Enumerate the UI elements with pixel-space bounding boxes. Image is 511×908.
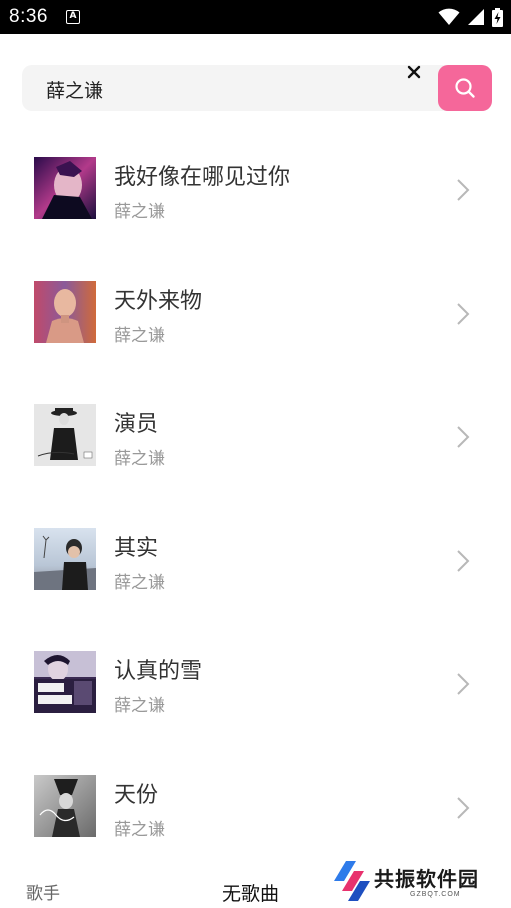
status-icons bbox=[438, 7, 503, 27]
watermark: 共振软件园 GZBQT.COM bbox=[332, 857, 502, 907]
song-artist: 薛之谦 bbox=[114, 572, 165, 593]
album-cover bbox=[34, 774, 96, 837]
search-input[interactable] bbox=[46, 74, 386, 104]
song-item[interactable]: 我好像在哪见过你 薛之谦 bbox=[0, 125, 511, 249]
chevron-right-icon bbox=[457, 796, 470, 819]
song-artist: 薛之谦 bbox=[114, 202, 165, 222]
tab-singer[interactable]: 歌手 bbox=[26, 879, 60, 904]
watermark-sub: GZBQT.COM bbox=[410, 891, 461, 898]
search-icon bbox=[455, 78, 475, 98]
song-artist: 薛之谦 bbox=[114, 449, 165, 469]
song-item[interactable]: 其实 薛之谦 bbox=[0, 496, 511, 620]
search-button[interactable] bbox=[438, 65, 492, 111]
status-bar: 8:36 A bbox=[0, 0, 511, 34]
chevron-right-icon bbox=[457, 549, 470, 572]
album-cover bbox=[34, 527, 96, 590]
watermark-logo-icon bbox=[334, 861, 370, 901]
album-cover bbox=[34, 404, 96, 466]
song-artist: 薛之谦 bbox=[114, 696, 165, 716]
song-artist: 薛之谦 bbox=[114, 819, 165, 840]
no-songs-label: 无歌曲 bbox=[222, 883, 280, 905]
notification-icon: A bbox=[66, 10, 80, 24]
album-cover bbox=[34, 157, 96, 219]
song-title: 其实 bbox=[114, 535, 159, 561]
song-artist: 薛之谦 bbox=[114, 325, 165, 346]
watermark-text: 共振软件园 bbox=[374, 867, 479, 891]
song-title: 我好像在哪见过你 bbox=[114, 165, 291, 190]
song-title: 认真的雪 bbox=[114, 659, 203, 684]
signal-icon bbox=[468, 9, 484, 25]
status-time: 8:36 bbox=[9, 6, 48, 27]
album-cover bbox=[34, 651, 96, 713]
chevron-right-icon bbox=[457, 673, 470, 695]
chevron-right-icon bbox=[457, 426, 470, 448]
album-cover bbox=[34, 280, 96, 343]
close-icon[interactable] bbox=[404, 62, 424, 82]
song-item[interactable]: 天份 薛之谦 bbox=[0, 743, 511, 867]
song-title: 天份 bbox=[114, 782, 159, 808]
wifi-icon bbox=[438, 8, 460, 25]
battery-charging-icon bbox=[492, 7, 503, 27]
song-item[interactable]: 认真的雪 薛之谦 bbox=[0, 619, 511, 743]
chevron-right-icon bbox=[457, 302, 470, 325]
song-title: 演员 bbox=[114, 412, 159, 437]
song-item[interactable]: 天外来物 薛之谦 bbox=[0, 249, 511, 373]
song-list: 我好像在哪见过你 薛之谦 天外来物 薛之谦 演员 薛之谦 其实 薛之谦 认真的雪… bbox=[0, 125, 511, 866]
song-title: 天外来物 bbox=[114, 288, 203, 314]
chevron-right-icon bbox=[457, 179, 470, 201]
song-item[interactable]: 演员 薛之谦 bbox=[0, 372, 511, 496]
